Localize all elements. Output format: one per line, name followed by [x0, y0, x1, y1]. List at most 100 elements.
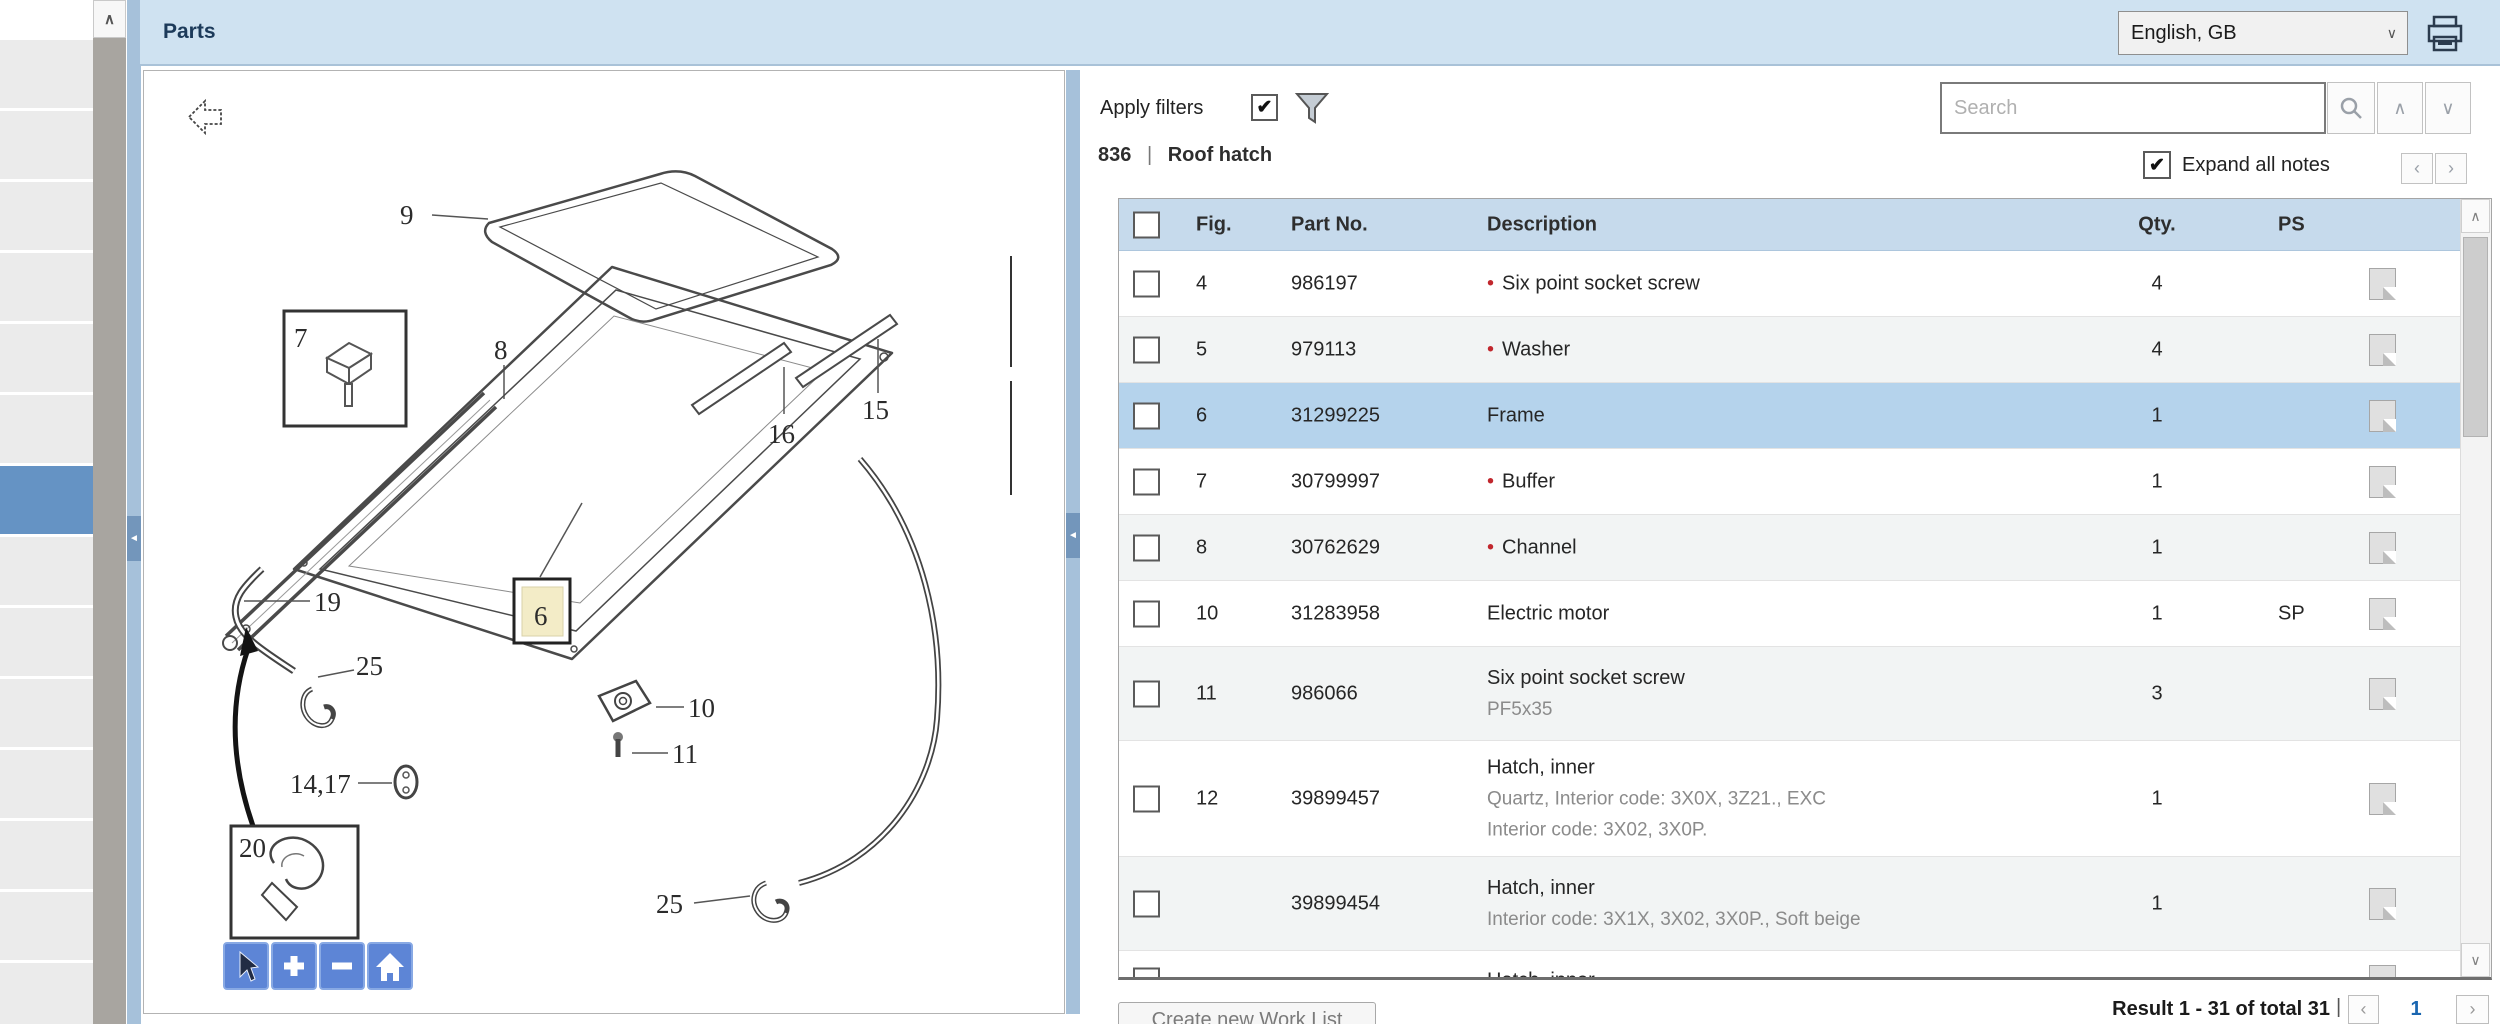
row-checkbox[interactable]: [1133, 785, 1160, 812]
expand-notes-checkbox[interactable]: ✔: [2143, 151, 2171, 179]
table-row[interactable]: 11 986066 Six point socket screw PF5x35 …: [1119, 647, 2463, 741]
table-row[interactable]: 5 979113 • Washer 4: [1119, 317, 2463, 383]
sidebar-item-selected[interactable]: [0, 466, 93, 534]
row-checkbox[interactable]: [1133, 534, 1160, 561]
callout-10[interactable]: 10: [688, 693, 715, 723]
callout-7[interactable]: 7: [294, 323, 308, 353]
note-icon[interactable]: [2369, 531, 2396, 564]
sidebar-item[interactable]: [0, 892, 93, 960]
create-work-list-button[interactable]: Create new Work List: [1118, 1002, 1376, 1024]
print-button[interactable]: [2424, 13, 2466, 60]
callout-8[interactable]: 8: [494, 335, 508, 365]
sidebar-scroll-up-button[interactable]: ∧: [93, 0, 126, 38]
apply-filters-label: Apply filters: [1100, 97, 1204, 119]
col-header-fig[interactable]: Fig.: [1196, 213, 1266, 236]
right-splitter-handle[interactable]: ◄: [1066, 513, 1080, 558]
col-header-ps[interactable]: PS: [2278, 213, 2358, 236]
table-row[interactable]: 4 986197 • Six point socket screw 4: [1119, 251, 2463, 317]
current-page[interactable]: 1: [2392, 998, 2440, 1021]
filter-button[interactable]: [1294, 92, 1330, 131]
back-arrow-icon[interactable]: [187, 98, 222, 136]
table-row[interactable]: 7 30799997 • Buffer 1: [1119, 449, 2463, 515]
note-icon[interactable]: [2369, 267, 2396, 300]
note-icon[interactable]: [2369, 399, 2396, 432]
chevron-up-icon: ∧: [2470, 207, 2481, 224]
callout-25-bottom[interactable]: 25: [656, 889, 683, 919]
table-header-row: Fig. Part No. Description Qty. PS: [1119, 199, 2463, 251]
next-page-button[interactable]: ›: [2456, 995, 2489, 1024]
row-checkbox[interactable]: [1133, 336, 1160, 363]
row-checkbox[interactable]: [1133, 600, 1160, 627]
breadcrumb: 836 | Roof hatch: [1098, 144, 1272, 167]
notes-prev-button[interactable]: ‹: [2401, 153, 2433, 184]
prev-page-button[interactable]: ‹: [2348, 995, 2379, 1024]
note-icon[interactable]: [2369, 597, 2396, 630]
col-header-qty[interactable]: Qty.: [2107, 213, 2207, 236]
description-cell: Hatch, inner Interior code: 3X1X, 3X02, …: [1487, 876, 1861, 930]
table-row-partial[interactable]: Hatch, inner: [1119, 951, 2463, 977]
qty-cell: 1: [2151, 536, 2163, 558]
note-icon[interactable]: [2369, 465, 2396, 498]
sidebar-item[interactable]: [0, 111, 93, 179]
chevron-right-icon: ›: [2448, 158, 2454, 178]
sidebar-scrollbar[interactable]: [93, 0, 126, 1024]
table-row[interactable]: 12 39899457 Hatch, inner Quartz, Interio…: [1119, 741, 2463, 857]
callout-11[interactable]: 11: [672, 739, 698, 769]
note-icon[interactable]: [2369, 677, 2396, 710]
table-scrollbar-thumb[interactable]: [2463, 237, 2488, 437]
callout-6-highlighted[interactable]: 6: [512, 577, 572, 645]
sidebar-item[interactable]: [0, 821, 93, 889]
note-icon[interactable]: [2369, 887, 2396, 920]
table-scroll-up-button[interactable]: ∧: [2461, 199, 2490, 233]
search-prev-button[interactable]: ∧: [2377, 82, 2423, 134]
col-header-part[interactable]: Part No.: [1291, 213, 1471, 236]
left-splitter[interactable]: [127, 0, 141, 1024]
qty-cell: 1: [2151, 404, 2163, 426]
language-select[interactable]: English, GB ∨: [2118, 11, 2408, 55]
callout-6-label: 6: [534, 601, 548, 631]
row-checkbox[interactable]: [1133, 468, 1160, 495]
table-scroll-down-button[interactable]: ∨: [2461, 943, 2490, 977]
sidebar-item[interactable]: [0, 608, 93, 676]
sidebar-item[interactable]: [0, 324, 93, 392]
row-checkbox[interactable]: [1133, 967, 1160, 977]
table-row[interactable]: 39899454 Hatch, inner Interior code: 3X1…: [1119, 857, 2463, 951]
apply-filters-checkbox[interactable]: ✔: [1251, 94, 1278, 121]
callout-15[interactable]: 15: [862, 395, 889, 425]
search-next-button[interactable]: ∨: [2425, 82, 2471, 134]
callout-16[interactable]: 16: [768, 419, 795, 449]
sidebar-item[interactable]: [0, 750, 93, 818]
note-icon[interactable]: [2369, 333, 2396, 366]
row-checkbox[interactable]: [1133, 680, 1160, 707]
search-input[interactable]: [1940, 82, 2326, 134]
sidebar-item[interactable]: [0, 40, 93, 108]
table-row[interactable]: 10 31283958 Electric motor 1 SP: [1119, 581, 2463, 647]
col-header-desc[interactable]: Description: [1487, 213, 2127, 236]
row-checkbox[interactable]: [1133, 270, 1160, 297]
search-button[interactable]: [2327, 82, 2375, 134]
table-row[interactable]: 8 30762629 • Channel 1: [1119, 515, 2463, 581]
part-no-cell: 39899454: [1291, 892, 1380, 914]
select-all-checkbox[interactable]: [1133, 211, 1160, 238]
sidebar-item[interactable]: [0, 963, 93, 1024]
callout-9[interactable]: 9: [400, 200, 414, 230]
sidebar-item[interactable]: [0, 395, 93, 463]
callout-19[interactable]: 19: [314, 587, 341, 617]
callout-20[interactable]: 20: [239, 833, 266, 863]
row-checkbox[interactable]: [1133, 890, 1160, 917]
sidebar-item[interactable]: [0, 182, 93, 250]
callout-14-17[interactable]: 14,17: [290, 769, 351, 799]
row-checkbox[interactable]: [1133, 402, 1160, 429]
part-no-cell: 31299225: [1291, 404, 1380, 426]
table-scrollbar[interactable]: ∧ ∨: [2460, 199, 2491, 977]
callout-25-left[interactable]: 25: [356, 651, 383, 681]
notes-next-button[interactable]: ›: [2435, 153, 2467, 184]
sidebar-item[interactable]: [0, 679, 93, 747]
note-icon[interactable]: [2369, 782, 2396, 815]
left-splitter-handle[interactable]: ◄: [127, 516, 141, 561]
sidebar-item[interactable]: [0, 537, 93, 605]
sidebar-item[interactable]: [0, 253, 93, 321]
table-row-selected[interactable]: 6 31299225 Frame 1: [1119, 383, 2463, 449]
part-no-cell: 30762629: [1291, 536, 1380, 558]
note-icon[interactable]: [2369, 964, 2396, 977]
